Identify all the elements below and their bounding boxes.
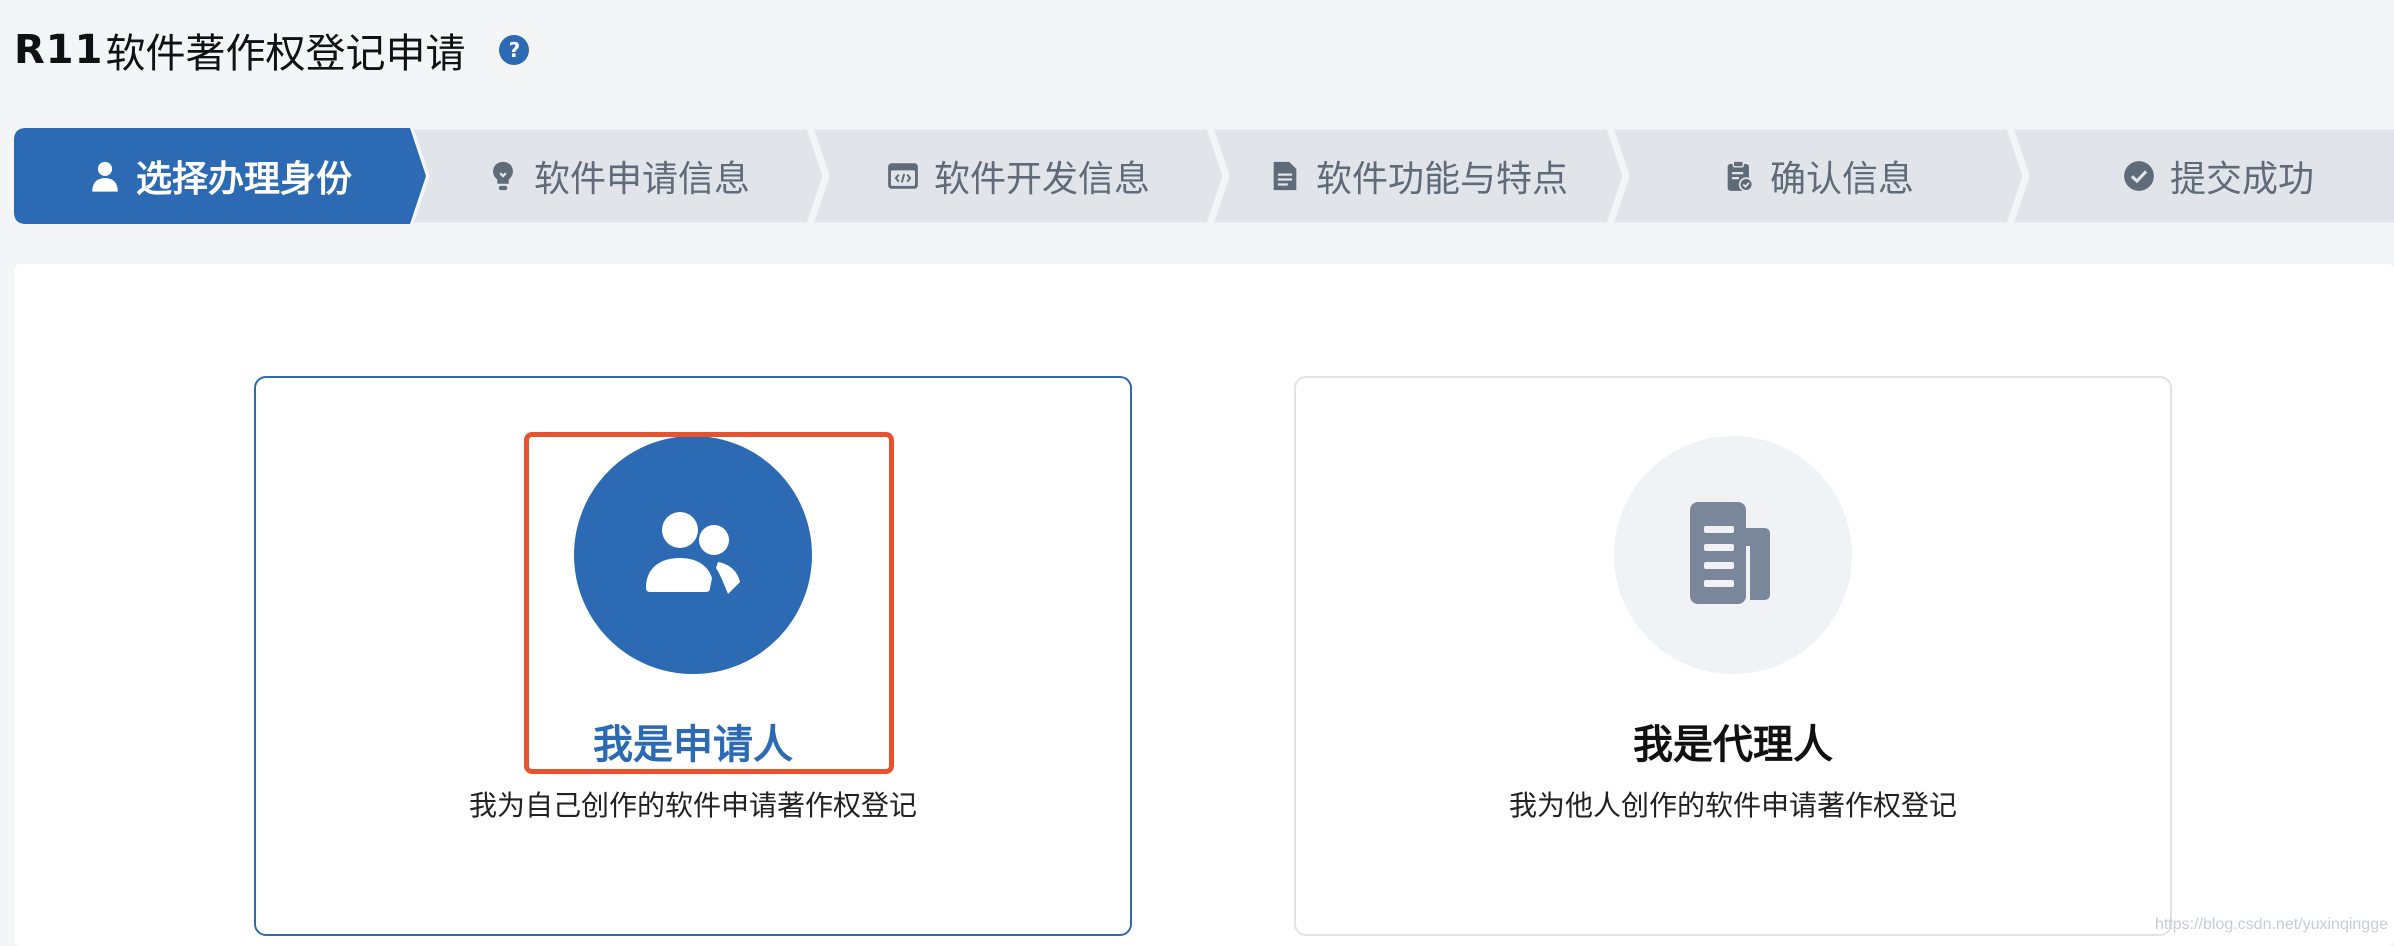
step-progress-bar: 选择办理身份 软件申请信息 软件开发信息 软件功能与特点 确认信息 提交成功 bbox=[14, 128, 2394, 224]
applicant-icon-circle bbox=[574, 436, 812, 674]
check-circle-icon bbox=[2124, 161, 2154, 191]
document-icon bbox=[1273, 161, 1297, 191]
step-label: 确认信息 bbox=[1769, 159, 1914, 200]
agent-title: 我是代理人 bbox=[1633, 722, 1833, 768]
agent-description: 我为他人创作的软件申请著作权登记 bbox=[1508, 789, 1957, 822]
users-icon bbox=[646, 512, 740, 594]
step-software-features[interactable]: 软件功能与特点 bbox=[1212, 128, 1624, 224]
page-header: R11 软件著作权登记申请 ? bbox=[14, 22, 530, 78]
question-circle-icon[interactable]: ? bbox=[499, 35, 530, 65]
step-label: 软件申请信息 bbox=[533, 159, 750, 200]
step-software-development-info[interactable]: 软件开发信息 bbox=[812, 128, 1224, 224]
user-icon bbox=[92, 161, 118, 192]
step-label: 提交成功 bbox=[2169, 159, 2314, 200]
step-software-application-info[interactable]: 软件申请信息 bbox=[412, 128, 824, 224]
applicant-option-card[interactable]: 我是申请人 我为自己创作的软件申请著作权登记 bbox=[254, 376, 1132, 936]
documents-icon bbox=[1690, 502, 1770, 604]
code-window-icon bbox=[888, 163, 918, 189]
lightbulb-icon bbox=[493, 161, 513, 191]
page-title: 软件著作权登记申请 bbox=[105, 31, 466, 77]
step-label: 软件功能与特点 bbox=[1315, 159, 1568, 200]
step-label: 软件开发信息 bbox=[933, 159, 1150, 200]
applicant-title: 我是申请人 bbox=[593, 722, 793, 768]
page-title-code: R11 bbox=[14, 27, 104, 73]
agent-icon-circle bbox=[1614, 436, 1852, 674]
agent-option-card[interactable]: 我是代理人 我为他人创作的软件申请著作权登记 bbox=[1294, 376, 2172, 936]
clipboard-check-icon bbox=[1727, 160, 1754, 192]
watermark: https://blog.csdn.net/yuxinqingge bbox=[2154, 916, 2388, 933]
step-label: 选择办理身份 bbox=[135, 159, 352, 200]
step-submit-success[interactable]: 提交成功 bbox=[2012, 128, 2394, 224]
applicant-description: 我为自己创作的软件申请著作权登记 bbox=[468, 789, 917, 822]
step-select-identity[interactable]: 选择办理身份 bbox=[14, 128, 426, 224]
step-confirm-info[interactable]: 确认信息 bbox=[1612, 128, 2024, 224]
